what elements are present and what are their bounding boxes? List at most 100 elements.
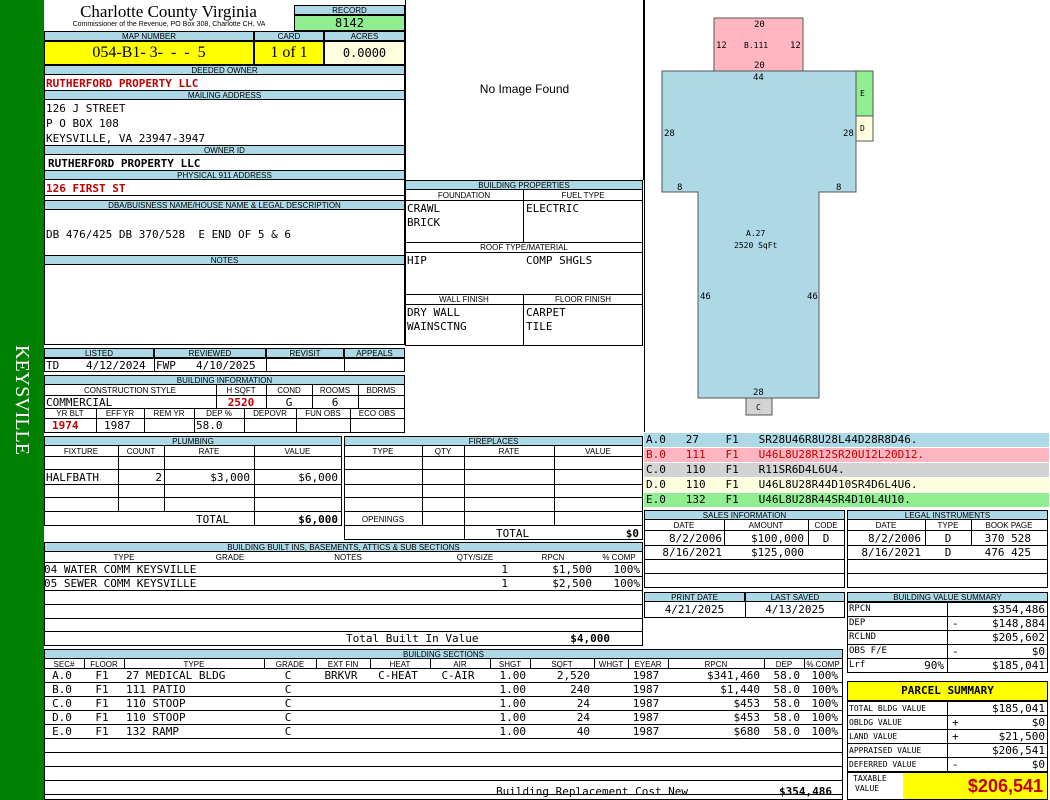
sketch-label-c: C [756, 403, 761, 412]
openings-label: OPENINGS [361, 515, 405, 524]
funobs-label: FUN OBS [305, 409, 341, 418]
bvs-pct: 90% [924, 659, 944, 672]
sidebar-label: KEYSVILLE [11, 345, 33, 455]
parcel-value: $0 [1031, 716, 1045, 729]
notes-label: NOTES [44, 255, 405, 265]
sketch-area-a: 2520 SqFt [734, 241, 778, 250]
plumbing-row-count: 2 [155, 471, 162, 484]
builtins-row2-type: 05 SEWER COMM KEYSVILLE [44, 577, 197, 590]
section-row-sec: C.0 [52, 697, 72, 710]
parcel-sign: + [952, 730, 959, 743]
year-built: 1974 [52, 419, 79, 432]
yrblt-label: YR BLT [56, 409, 84, 418]
bdrms-label: BDRMS [366, 386, 396, 395]
wall-finish-label: WALL FINISH [439, 295, 489, 304]
wall-finish-2: WAINSCTNG [407, 320, 467, 333]
bvs-label: DEP [849, 618, 866, 628]
foundation-2: BRICK [407, 216, 441, 229]
county-title: Charlotte County Virginia [80, 2, 257, 21]
mailing-address-line1: 126 J STREET [46, 102, 126, 115]
plumbing-header-count: COUNT [126, 447, 156, 456]
sketch-label-a: A.27 [746, 229, 765, 238]
builtins-row2-comp: 100% [613, 577, 641, 590]
fireplaces-total-label: TOTAL [496, 527, 530, 540]
legal-row1-book: 370 528 [984, 532, 1031, 545]
fireplaces-header-value: VALUE [585, 447, 611, 456]
reviewed-by: FWP [156, 359, 176, 372]
section-row-dep: 58.0 [773, 669, 801, 682]
bvs-sign: - [952, 645, 959, 658]
bvs-label: RPCN [849, 604, 871, 614]
legal-header-type: TYPE [937, 521, 959, 530]
legal-header-date: DATE [875, 521, 897, 530]
section-row-shgt: 1.00 [499, 669, 527, 682]
section-row-floor: F1 [95, 683, 109, 696]
section-row-sec: A.0 [52, 669, 72, 682]
builtins-header-type: TYPE [113, 553, 135, 562]
builtins-header-rpcn: RPCN [541, 553, 565, 562]
section-row-air: C-AIR [441, 669, 475, 682]
section-row-rpcn: $341,460 [707, 669, 760, 682]
record-value: 8142 [294, 15, 405, 31]
fireplaces-total: $0 [625, 527, 639, 540]
bvs-label: OBS F/E [849, 646, 887, 656]
sales-row1-date: 8/2/2006 [669, 532, 722, 545]
builtins-header-notes: NOTES [334, 553, 362, 562]
bvs-label: RCLND [849, 632, 877, 642]
foundation-1: CRAWL [407, 202, 441, 215]
builtins-row2-qty: 1 [501, 577, 508, 590]
sketch-code-d: D.0 110 F1 U46L8U28R44D10SR4D6L4U6. [644, 478, 1049, 492]
parcel-value: $206,541 [992, 744, 1045, 757]
sketch-label-b: B.111 [744, 41, 768, 50]
section-row-sqft: 24 [576, 697, 590, 710]
sketch-dim-b-right: 12 [790, 41, 801, 51]
reviewed-label: REVIEWED [154, 348, 266, 358]
section-row-dep: 58.0 [773, 697, 801, 710]
legal-row1-type: D [944, 532, 952, 545]
section-row-rpcn: $453 [733, 697, 761, 710]
reviewed-date: 4/10/2025 [196, 359, 256, 372]
builtins-row1-comp: 100% [613, 563, 641, 576]
legal-instruments-title: LEGAL INSTRUMENTS [847, 510, 1048, 520]
dep-label: DEP % [206, 409, 232, 418]
sales-header-code: CODE [814, 521, 838, 530]
builtins-header-comp: % COMP [602, 553, 636, 562]
section-row-comp: 100% [811, 725, 839, 738]
parcel-value: $185,041 [992, 702, 1045, 715]
section-row-shgt: 1.00 [499, 725, 527, 738]
sketch-dim-a-left-upper: 28 [664, 129, 675, 139]
section-row-sqft: 240 [570, 683, 590, 696]
bvs-title: BUILDING VALUE SUMMARY [847, 592, 1048, 602]
sketch-dim-a-left-step: 8 [677, 183, 682, 193]
plumbing-header-fixture: FIXTURE [63, 447, 99, 456]
bvs-value: $354,486 [992, 603, 1045, 616]
map-number: 054-B1- 3- - - 5 [44, 41, 254, 65]
parcel-label: LAND VALUE [849, 732, 898, 741]
sketch-dim-b-top: 20 [754, 20, 765, 30]
sketch-dim-a-right-step: 8 [836, 183, 841, 193]
sketch-dim-a-right-upper: 28 [843, 129, 854, 139]
sketch-label-e: E [860, 89, 865, 98]
owner-id: RUTHERFORD PROPERTY LLC [48, 157, 201, 170]
section-row-ext: BRKVR [324, 669, 358, 682]
sales-header-amount: AMOUNT [748, 521, 784, 530]
section-row-floor: F1 [95, 725, 109, 738]
plumbing-row-value: $6,000 [298, 471, 338, 484]
parcel-label: APPRAISED VALUE [849, 746, 922, 755]
sales-header-date: DATE [673, 521, 695, 530]
section-row-comp: 100% [811, 711, 839, 724]
bvs-value: $185,041 [992, 659, 1045, 672]
floor-finish-1: CARPET [526, 306, 566, 319]
sketch-code-e: E.0 132 F1 U46L8U28R44SR4D10L4U10. [644, 493, 1049, 507]
depreciation: 58.0 [196, 419, 223, 432]
sales-title: SALES INFORMATION [644, 510, 845, 520]
record-label: RECORD [294, 5, 405, 15]
parcel-label: TOTAL BLDG VALUE [849, 704, 927, 713]
sketch-code-b: B.0 111 F1 U46L8U28R12SR20U12L20D12. [644, 448, 1049, 462]
mailing-address-line2: P O BOX 108 [46, 117, 119, 130]
legal-header-book: BOOK PAGE [985, 521, 1033, 530]
fireplaces-header-type: TYPE [372, 447, 394, 456]
building-info-title: BUILDING INFORMATION [44, 375, 405, 385]
legal-row2-book: 476 425 [984, 546, 1031, 559]
parcel-sign: - [952, 758, 959, 771]
